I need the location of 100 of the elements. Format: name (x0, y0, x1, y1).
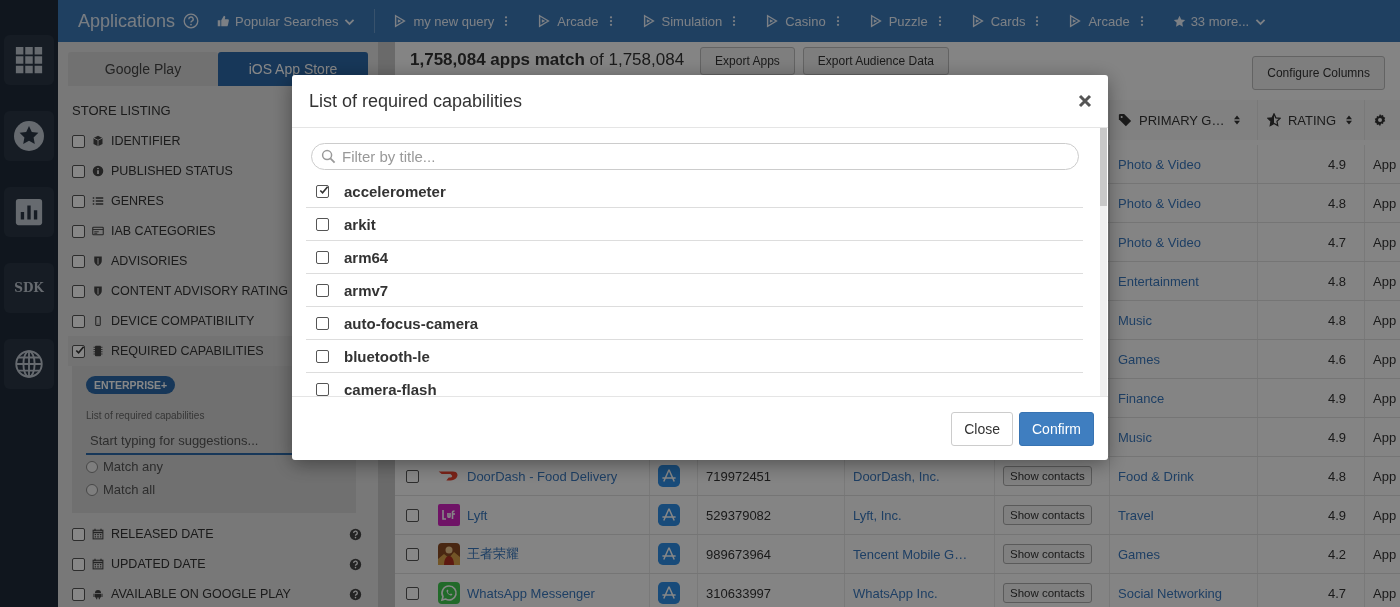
app-name-link[interactable]: WhatsApp Messenger (467, 585, 595, 601)
checkbox[interactable] (72, 344, 85, 358)
genre-link[interactable]: Social Networking (1118, 585, 1223, 601)
calendar-icon (92, 558, 104, 570)
genre-link[interactable]: Photo & Video (1118, 195, 1201, 211)
checkbox[interactable] (316, 382, 329, 396)
column-header[interactable]: PRIMARY G… (1139, 112, 1225, 128)
table-cell: App (1373, 273, 1397, 289)
checkbox[interactable] (406, 547, 419, 561)
checkbox[interactable] (406, 508, 419, 522)
genre-link[interactable]: Finance (1118, 390, 1165, 406)
sdk-nav-button[interactable]: SDK (4, 263, 54, 313)
checkbox[interactable] (316, 217, 329, 231)
checkbox[interactable] (72, 587, 85, 601)
configure-columns-button[interactable]: Configure Columns (1252, 56, 1385, 90)
checkbox[interactable] (316, 316, 329, 330)
search-icon (321, 149, 336, 164)
play-icon (868, 14, 883, 28)
play-icon (641, 14, 656, 28)
checkbox[interactable] (72, 134, 85, 148)
checkbox[interactable] (316, 283, 329, 297)
confirm-button[interactable]: Confirm (1019, 411, 1094, 446)
filter-label[interactable]: AVAILABLE ON GOOGLE PLAY (111, 587, 342, 601)
show-contacts-button[interactable]: Show contacts (1003, 544, 1092, 564)
settings-icon[interactable] (1373, 113, 1387, 127)
play-icon (1068, 14, 1083, 28)
app-name-link[interactable]: DoorDash - Food Delivery (467, 468, 618, 484)
radio-label: Match any (103, 459, 163, 474)
genre-link[interactable]: Games (1118, 546, 1160, 562)
more-queries-menu[interactable]: 33 more... (1190, 13, 1250, 29)
genre-link[interactable]: Food & Drink (1118, 468, 1194, 484)
show-contacts-button[interactable]: Show contacts (1003, 466, 1092, 486)
genre-link[interactable]: Music (1118, 429, 1152, 445)
column-header[interactable]: RATING (1287, 112, 1337, 128)
help-icon[interactable] (349, 587, 362, 601)
checkbox[interactable] (406, 586, 419, 600)
checkbox[interactable] (72, 527, 85, 541)
checkbox[interactable] (72, 254, 85, 268)
publisher-link[interactable]: DoorDash, Inc. (853, 468, 940, 484)
genre-link[interactable]: Games (1118, 351, 1160, 367)
capability-label[interactable]: armv7 (344, 281, 389, 299)
saved-query-tab[interactable]: Arcade (1088, 13, 1130, 29)
capability-label[interactable]: accelerometer (344, 182, 446, 200)
checkbox[interactable] (316, 184, 329, 198)
checkbox[interactable] (72, 284, 85, 298)
genre-link[interactable]: Music (1118, 312, 1152, 328)
checkbox[interactable] (72, 314, 85, 328)
nav-button[interactable] (4, 339, 54, 389)
checkbox[interactable] (72, 557, 85, 571)
table-cell: App (1373, 390, 1397, 406)
capability-label[interactable]: bluetooth-le (344, 347, 430, 365)
capability-label[interactable]: camera-flash (344, 380, 437, 396)
saved-query-tab[interactable]: Arcade (557, 13, 599, 29)
saved-query-tab[interactable]: my new query (413, 13, 495, 29)
table-cell: App (1373, 585, 1397, 601)
filter-label[interactable]: UPDATED DATE (111, 557, 342, 571)
checkbox[interactable] (316, 250, 329, 264)
help-icon[interactable] (349, 557, 362, 571)
genre-link[interactable]: Photo & Video (1118, 156, 1201, 172)
filter-label[interactable]: RELEASED DATE (111, 527, 342, 541)
nav-button[interactable] (4, 187, 54, 237)
nav-button[interactable] (4, 111, 54, 161)
nav-button[interactable] (4, 35, 54, 85)
help-icon[interactable] (183, 13, 200, 29)
checkbox[interactable] (406, 469, 419, 483)
checkbox[interactable] (316, 349, 329, 363)
popular-searches-menu[interactable]: Popular Searches (235, 13, 339, 29)
tag-icon (1118, 113, 1132, 127)
checkbox[interactable] (72, 194, 85, 208)
publisher-link[interactable]: Tencent Mobile G… (853, 546, 968, 562)
help-icon[interactable] (349, 527, 362, 541)
capability-label[interactable]: arm64 (344, 248, 389, 266)
radio-button[interactable] (86, 483, 98, 496)
close-icon[interactable] (1077, 93, 1093, 109)
store-tab[interactable]: Google Play (68, 52, 218, 86)
show-contacts-button[interactable]: Show contacts (1003, 505, 1092, 525)
close-button[interactable]: Close (951, 411, 1013, 446)
genre-link[interactable]: Travel (1118, 507, 1154, 523)
capability-label[interactable]: auto-focus-camera (344, 314, 479, 332)
filter-search-field[interactable]: Filter by title... (311, 143, 1079, 170)
app-name-link[interactable]: 王者荣耀 (467, 545, 519, 563)
export-button[interactable]: Export Audience Data (802, 47, 949, 75)
saved-query-tab[interactable]: Puzzle (888, 13, 928, 29)
saved-query-tab[interactable]: Casino (785, 13, 826, 29)
show-contacts-button[interactable]: Show contacts (1003, 583, 1092, 603)
checkbox[interactable] (72, 164, 85, 178)
app-name-link[interactable]: Lyft (467, 507, 488, 523)
saved-query-tab[interactable]: Cards (990, 13, 1026, 29)
genre-link[interactable]: Photo & Video (1118, 234, 1201, 250)
checkbox[interactable] (72, 224, 85, 238)
saved-query-tab[interactable]: Simulation (661, 13, 723, 29)
capability-label[interactable]: arkit (344, 215, 376, 233)
play-icon (970, 14, 985, 28)
radio-button[interactable] (86, 460, 98, 473)
list-icon (92, 195, 104, 207)
publisher-link[interactable]: Lyft, Inc. (853, 507, 902, 523)
genre-link[interactable]: Entertainment (1118, 273, 1199, 289)
export-button[interactable]: Export Apps (700, 47, 795, 75)
publisher-link[interactable]: WhatsApp Inc. (853, 585, 938, 601)
scrollbar[interactable] (1100, 128, 1107, 396)
